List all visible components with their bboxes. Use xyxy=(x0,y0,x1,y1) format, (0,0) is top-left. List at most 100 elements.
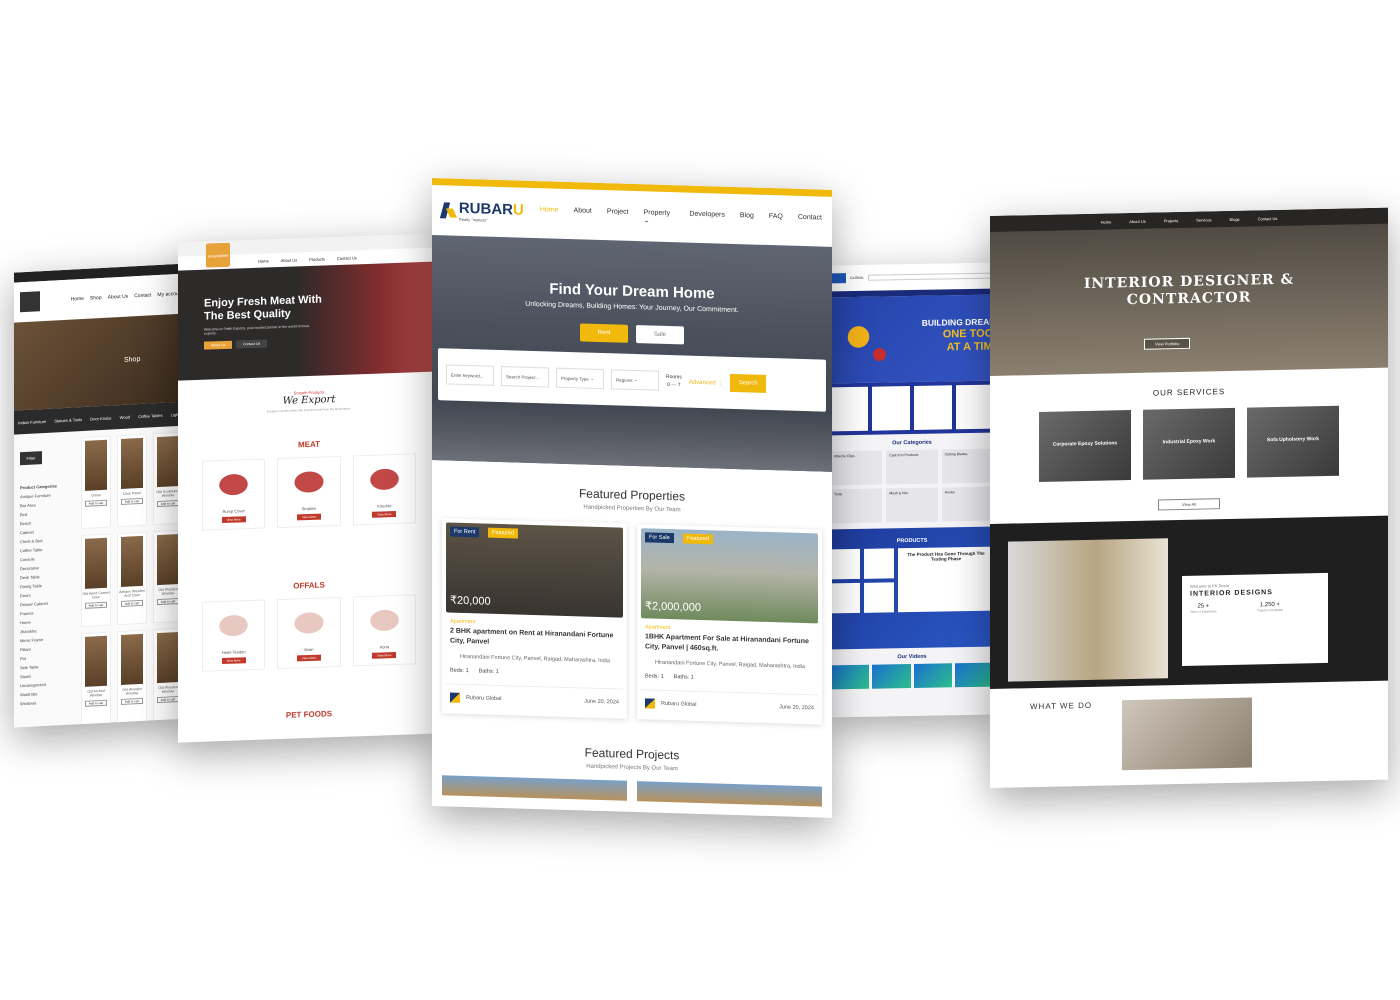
filter-button[interactable]: Filter xyxy=(20,451,42,466)
nav-blogs[interactable]: Blogs xyxy=(1230,216,1240,221)
agent-info[interactable]: Rubaru Global xyxy=(645,698,696,710)
project-image[interactable] xyxy=(442,775,627,801)
tab-rent[interactable]: Rent xyxy=(580,323,628,343)
thumb[interactable] xyxy=(914,385,952,430)
agent-info[interactable]: Rubaru Global xyxy=(450,692,501,705)
global-logo[interactable] xyxy=(830,273,846,284)
product-card[interactable]: Rump Cover View More xyxy=(202,458,266,531)
category-item[interactable]: Indian Furniture xyxy=(18,418,46,424)
project-image[interactable] xyxy=(637,781,822,807)
nav-about[interactable]: About Us xyxy=(1129,218,1145,223)
view-more-button[interactable]: View More xyxy=(296,513,321,521)
nav-home[interactable]: Home xyxy=(258,258,269,263)
view-more-button[interactable]: View More xyxy=(372,651,397,659)
product-card[interactable]: Antique Wooden Arch Door Add to cart xyxy=(117,531,147,626)
add-to-cart-button[interactable]: Add to cart xyxy=(85,601,107,609)
product-card[interactable] xyxy=(830,582,860,614)
nav-products[interactable]: Products xyxy=(309,256,325,262)
add-to-cart-button[interactable]: Add to cart xyxy=(157,597,179,606)
menu-about[interactable]: About xyxy=(574,207,592,223)
property-title[interactable]: 2 BHK apartment on Rent at Hiranandani F… xyxy=(450,627,619,652)
property-image[interactable]: For Rent Featured ₹20,000 xyxy=(446,522,623,618)
product-card[interactable]: Heart Tendon View More xyxy=(202,599,266,672)
menu-home[interactable]: Home xyxy=(540,206,559,222)
nav-contact[interactable]: Contact xyxy=(134,292,151,299)
service-card[interactable]: Industrial Epoxy Work xyxy=(1143,407,1235,480)
category-item[interactable]: Statues & Tools xyxy=(54,417,82,423)
category-card[interactable]: Cast Iron Products xyxy=(886,449,938,485)
category-item[interactable]: Door Knobs xyxy=(90,415,111,421)
property-card[interactable]: For Rent Featured ₹20,000 Apartment 2 BHK ap… xyxy=(442,518,627,719)
product-card[interactable] xyxy=(864,582,894,613)
search-input[interactable] xyxy=(868,272,994,281)
nav-about[interactable]: About Us xyxy=(108,294,129,301)
add-to-cart-button[interactable]: Add to cart xyxy=(157,695,179,704)
add-to-cart-button[interactable]: Add to cart xyxy=(121,599,143,607)
nav-contact[interactable]: Contact Us xyxy=(1258,215,1278,220)
product-card[interactable] xyxy=(830,548,860,580)
category-card[interactable]: Hooks xyxy=(941,486,993,522)
view-more-button[interactable]: View More xyxy=(221,516,246,524)
add-to-cart-button[interactable]: Add to cart xyxy=(85,499,107,507)
video-thumb[interactable] xyxy=(830,664,869,690)
property-card[interactable]: For Sale Featured ₹2,000,000 Apartment 1BHK … xyxy=(637,524,822,725)
thumb[interactable] xyxy=(872,386,910,431)
region-select[interactable]: Regions ⌄ xyxy=(611,369,659,391)
menu-developers[interactable]: Developers xyxy=(689,210,724,226)
menu-project[interactable]: Project xyxy=(607,208,629,224)
project-search-input[interactable]: Search Project... xyxy=(501,366,549,388)
nav-projects[interactable]: Projects xyxy=(1164,218,1178,223)
product-card[interactable]: Striploin View More xyxy=(277,455,341,529)
rooms-slider[interactable]: Rooms 0 — 7 xyxy=(666,373,682,389)
view-more-button[interactable]: View More xyxy=(372,510,397,518)
menu-faq[interactable]: FAQ xyxy=(769,212,783,227)
thumb[interactable] xyxy=(830,386,868,432)
add-to-cart-button[interactable]: Add to cart xyxy=(121,697,143,705)
keyword-input[interactable]: Enter keyword... xyxy=(446,364,494,386)
category-card[interactable]: Attache Clips xyxy=(831,450,883,486)
sidebar-category-item[interactable]: Windows xyxy=(20,696,75,708)
property-title[interactable]: 1BHK Apartment For Sale at Hiranandani F… xyxy=(645,632,814,657)
category-item[interactable]: Wood xyxy=(120,414,130,420)
nav-home[interactable]: Home xyxy=(1101,219,1112,224)
rubaru-logo-icon[interactable] xyxy=(442,202,456,218)
product-card[interactable]: Doors Add to cart xyxy=(81,435,111,530)
nav-contact[interactable]: Contact Us xyxy=(337,255,357,261)
nav-services[interactable]: Services xyxy=(1196,217,1211,222)
add-to-cart-button[interactable]: Add to cart xyxy=(157,499,179,508)
video-thumb[interactable] xyxy=(913,663,953,688)
about-button[interactable]: About Us xyxy=(204,340,233,350)
product-card[interactable]: Old Hand Carved Door Add to cart xyxy=(81,533,111,628)
thumb[interactable] xyxy=(956,384,994,430)
add-to-cart-button[interactable]: Add to cart xyxy=(85,699,107,707)
menu-contact[interactable]: Contact xyxy=(798,213,822,229)
meat-brand-logo[interactable]: ssvanderelt xyxy=(206,242,230,268)
property-type-select[interactable]: Property Type ⌄ xyxy=(556,367,604,390)
product-card[interactable]: Old Wooden Window Add to cart xyxy=(117,629,147,724)
menu-blog[interactable]: Blog xyxy=(740,212,754,227)
tab-sale[interactable]: Sale xyxy=(636,325,684,345)
search-button[interactable]: Search xyxy=(730,373,767,393)
brand-name[interactable]: RUBARU xyxy=(459,200,524,219)
view-all-button[interactable]: View All xyxy=(1158,498,1220,511)
product-card[interactable]: Old Arched Window Add to cart xyxy=(81,631,111,726)
category-item[interactable]: Coffee Tables xyxy=(138,412,162,418)
category-card[interactable]: Cutting Blades xyxy=(941,448,993,484)
view-more-button[interactable]: View More xyxy=(221,657,246,665)
service-card[interactable]: Corporate Epoxy Solutions xyxy=(1039,410,1131,482)
category-card[interactable]: Mesh & Net xyxy=(886,487,938,523)
contact-button[interactable]: Contact Us xyxy=(236,339,268,349)
product-card[interactable] xyxy=(864,548,894,579)
nav-home[interactable]: Home xyxy=(71,296,84,303)
add-to-cart-button[interactable]: Add to cart xyxy=(121,497,143,505)
menu-property[interactable]: Property ⌄ xyxy=(644,209,675,225)
product-card[interactable]: Door Panel Add to cart xyxy=(117,433,147,528)
property-image[interactable]: For Sale Featured ₹2,000,000 xyxy=(641,528,818,624)
service-card[interactable]: Sofa Upholstery Work xyxy=(1247,405,1339,478)
view-portfolio-button[interactable]: View Portfolio xyxy=(1144,337,1191,350)
product-card[interactable]: Aorta View More xyxy=(352,594,416,667)
video-thumb[interactable] xyxy=(871,664,911,689)
view-more-button[interactable]: View More xyxy=(296,654,321,662)
advanced-search-link[interactable]: Advanced ⋮ xyxy=(689,378,723,386)
nav-shop[interactable]: Shop xyxy=(90,295,102,302)
